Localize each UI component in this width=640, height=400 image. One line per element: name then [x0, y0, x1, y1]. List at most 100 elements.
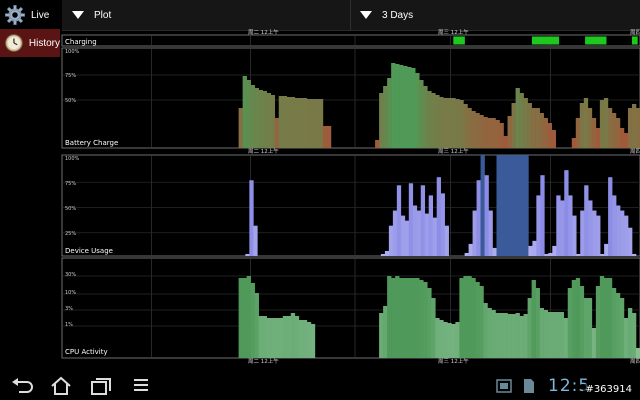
chart-bar [407, 278, 412, 358]
chart-bar [416, 210, 422, 256]
chart-bar [384, 250, 390, 256]
chart-bar [435, 95, 440, 148]
chart-bar [555, 312, 561, 358]
chart-bar [571, 280, 577, 358]
chart-bar [615, 293, 621, 358]
chart-bar [439, 97, 444, 148]
chart-bar [499, 123, 504, 148]
chart-bar [575, 278, 581, 358]
y-tick-label: 50% [65, 98, 76, 104]
chart-bar [427, 91, 432, 148]
chart-bar [411, 278, 416, 358]
chart-bar [607, 108, 613, 148]
chart-bar [435, 318, 440, 358]
chart-bar [245, 253, 250, 256]
chart-bar [599, 100, 605, 148]
chart-bar [472, 210, 477, 256]
charging-interval [531, 36, 560, 45]
chart-bar [504, 155, 509, 256]
chart-bar [579, 103, 585, 148]
charging-interval [631, 36, 638, 45]
chart-bar [540, 175, 545, 256]
chart-bar [427, 288, 432, 358]
back-icon[interactable] [10, 376, 36, 396]
chart-bar [395, 64, 400, 148]
chart-title: Device Usage [65, 247, 113, 255]
chart-bar [607, 278, 613, 358]
chart-bar [463, 104, 468, 148]
chart-bar [294, 316, 300, 358]
chart-bar [552, 245, 557, 256]
chart-bar [399, 65, 404, 148]
screenshot-icon[interactable] [496, 378, 512, 394]
chart-bar [608, 177, 613, 256]
chart-bar [615, 118, 621, 148]
chart-bar [387, 78, 392, 148]
home-icon[interactable] [48, 376, 74, 396]
chart-bar [262, 91, 268, 148]
chart-bar [246, 80, 251, 148]
chart-bar [424, 213, 430, 256]
chart-bar [404, 220, 410, 256]
chart-bar [408, 183, 414, 256]
chart-bar [567, 288, 573, 358]
chart-bar [544, 253, 549, 256]
chart-bar [419, 280, 424, 358]
chart-bar [543, 310, 548, 358]
chart-bar [258, 316, 263, 358]
chart-bar [395, 276, 400, 358]
chart-bar [548, 252, 553, 256]
recent-apps-icon[interactable] [88, 376, 114, 396]
chart-bar [635, 108, 640, 148]
chart-bar [603, 278, 609, 358]
chart-bar [253, 225, 258, 256]
chart-bar [440, 193, 445, 256]
time-label: 周二 12上午 [248, 147, 279, 155]
chart-bar [282, 96, 288, 148]
chart-bar [503, 313, 508, 358]
chart-bar [487, 118, 492, 148]
chart-bar [591, 328, 597, 358]
chart-bar [547, 312, 552, 358]
chart-bar [415, 73, 420, 148]
y-tick-label: 50% [65, 206, 76, 212]
chart-bar [379, 93, 384, 148]
chart-bar [508, 155, 513, 256]
y-tick-label: 100% [65, 49, 80, 55]
chart-bar [464, 252, 469, 256]
chart-bar [631, 104, 637, 148]
chart-bar [238, 108, 243, 148]
chart-bar [488, 210, 493, 256]
chart-bar [587, 298, 593, 358]
chart-bar [310, 99, 316, 148]
chart-bar [459, 278, 464, 358]
chart-bar [527, 103, 532, 148]
chart-bar [326, 126, 332, 148]
chart-bar [468, 243, 473, 256]
chart-bar [480, 155, 485, 256]
file-icon[interactable] [522, 378, 536, 394]
chart-bar [547, 123, 552, 148]
charging-interval [453, 36, 465, 45]
chart-bar [531, 108, 536, 148]
chart-bar [495, 313, 500, 358]
chart-bar [258, 90, 263, 148]
chart-bar [412, 205, 418, 256]
chart-bar [471, 111, 476, 148]
chart-bar [249, 180, 254, 256]
chart-bar [443, 98, 448, 148]
chart-bar [532, 240, 537, 256]
chart-bar [583, 98, 589, 148]
chart-bar [475, 282, 480, 358]
chart-bar [599, 276, 605, 358]
chart-bar [391, 63, 396, 148]
chart-bar [443, 322, 448, 358]
chart-bar [627, 108, 633, 148]
chart-bar [242, 278, 247, 358]
chart-bar [539, 308, 544, 358]
chart-bar [619, 128, 625, 148]
chart-bar [262, 316, 268, 358]
chart-bar [536, 195, 541, 256]
chart-bar [624, 215, 629, 256]
menu-icon[interactable] [128, 376, 154, 396]
